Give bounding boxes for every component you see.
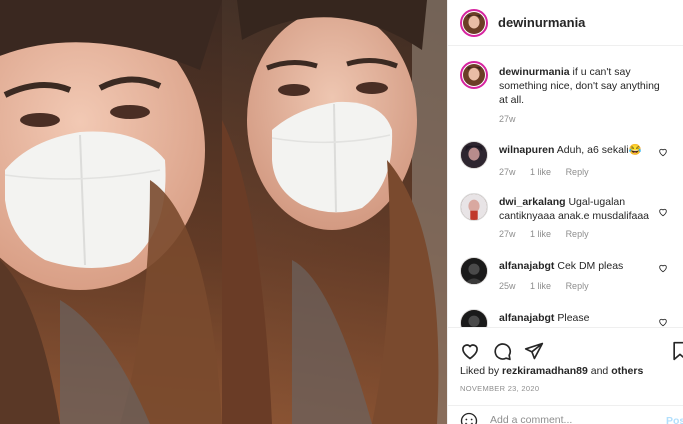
comment-like-heart-icon[interactable] (658, 207, 668, 217)
comment-like-heart-icon[interactable] (658, 263, 668, 273)
photo-panel-left (0, 0, 222, 424)
author-avatar-image (463, 11, 485, 34)
comment-likes[interactable]: 1 like (530, 229, 551, 239)
post-comment-button[interactable]: Pos (666, 415, 683, 424)
comment-body: Aduh, a6 sekali😂 (556, 144, 642, 156)
comment-reply-button[interactable]: Reply (566, 167, 589, 177)
comment-meta: 25w 1 like Reply (499, 281, 601, 291)
selfie-image-left (0, 0, 222, 424)
heart-icon[interactable] (460, 341, 480, 361)
caption-avatar[interactable] (460, 61, 488, 89)
post-date[interactable]: NOVEMBER 23, 2020 (460, 384, 539, 393)
comment-reply-button[interactable]: Reply (566, 229, 589, 239)
likes-and: and (587, 365, 612, 377)
post-photo[interactable] (0, 0, 447, 424)
comment-avatar[interactable] (460, 309, 488, 327)
comment-text: wilnapuren Aduh, a6 sekali😂 (499, 143, 667, 157)
comment-age[interactable]: 27w (499, 229, 516, 239)
comment-username[interactable]: dwi_arkalang (499, 196, 566, 208)
comment-text: alfanajabgt Cek DM pleas (499, 259, 667, 273)
author-avatar[interactable] (460, 8, 488, 37)
selfie-image-right (222, 0, 447, 424)
bookmark-icon[interactable] (670, 341, 683, 361)
comment-meta: 27w 1 like Reply (499, 167, 601, 177)
comment-reply-button[interactable]: Reply (566, 281, 589, 291)
comment-avatar[interactable] (460, 257, 488, 285)
likes-summary: Liked by rezkiramadhan89 and others (460, 365, 643, 377)
post-side-panel: dewinurmania dewinurmania if u can't say… (447, 0, 683, 424)
comment-body: Cek DM pleas (557, 260, 624, 272)
comment-age[interactable]: 27w (499, 167, 516, 177)
liked-by-user[interactable]: rezkiramadhan89 (502, 365, 588, 377)
comment-username[interactable]: alfanajabgt (499, 260, 554, 272)
emoji-icon[interactable] (460, 412, 478, 424)
caption-age[interactable]: 27w (499, 114, 516, 124)
share-icon[interactable] (524, 341, 544, 361)
caption-avatar-image (463, 64, 485, 86)
comment-username[interactable]: alfanajabgt (499, 312, 554, 324)
comment-like-heart-icon[interactable] (658, 317, 668, 327)
caption-meta: 27w (499, 114, 528, 124)
comment-avatar-image (461, 194, 487, 220)
post-header: dewinurmania (448, 0, 683, 46)
comment-body: Please (557, 312, 590, 324)
action-icons (460, 341, 544, 361)
comment-likes[interactable]: 1 like (530, 281, 551, 291)
comment-text: alfanajabgt Please (499, 311, 667, 325)
comment-avatar-image (461, 310, 487, 327)
author-username[interactable]: dewinurmania (498, 15, 585, 30)
comment-meta: 27w 1 like Reply (499, 229, 601, 239)
post-actions: Liked by rezkiramadhan89 and others NOVE… (448, 327, 683, 424)
likes-prefix: Liked by (460, 365, 503, 377)
comment-list[interactable]: dewinurmania if u can't say something ni… (448, 47, 683, 327)
comment-avatar[interactable] (460, 141, 488, 169)
caption-text: dewinurmania if u can't say something ni… (499, 65, 667, 107)
comment-input[interactable] (490, 414, 650, 424)
comment-text: dwi_arkalang Ugal-ugalan cantiknyaaa ana… (499, 195, 667, 223)
comment-age[interactable]: 25w (499, 281, 516, 291)
comment-like-heart-icon[interactable] (658, 147, 668, 157)
add-comment-bar: Pos (448, 405, 683, 424)
caption-username[interactable]: dewinurmania (499, 66, 570, 78)
comment-icon[interactable] (492, 341, 512, 361)
comment-avatar-image (461, 258, 487, 284)
comment-username[interactable]: wilnapuren (499, 144, 554, 156)
photo-panel-right (222, 0, 447, 424)
comment-likes[interactable]: 1 like (530, 167, 551, 177)
comment-avatar-image (461, 142, 487, 168)
comment-avatar[interactable] (460, 193, 488, 221)
likes-others-link[interactable]: others (611, 365, 643, 377)
